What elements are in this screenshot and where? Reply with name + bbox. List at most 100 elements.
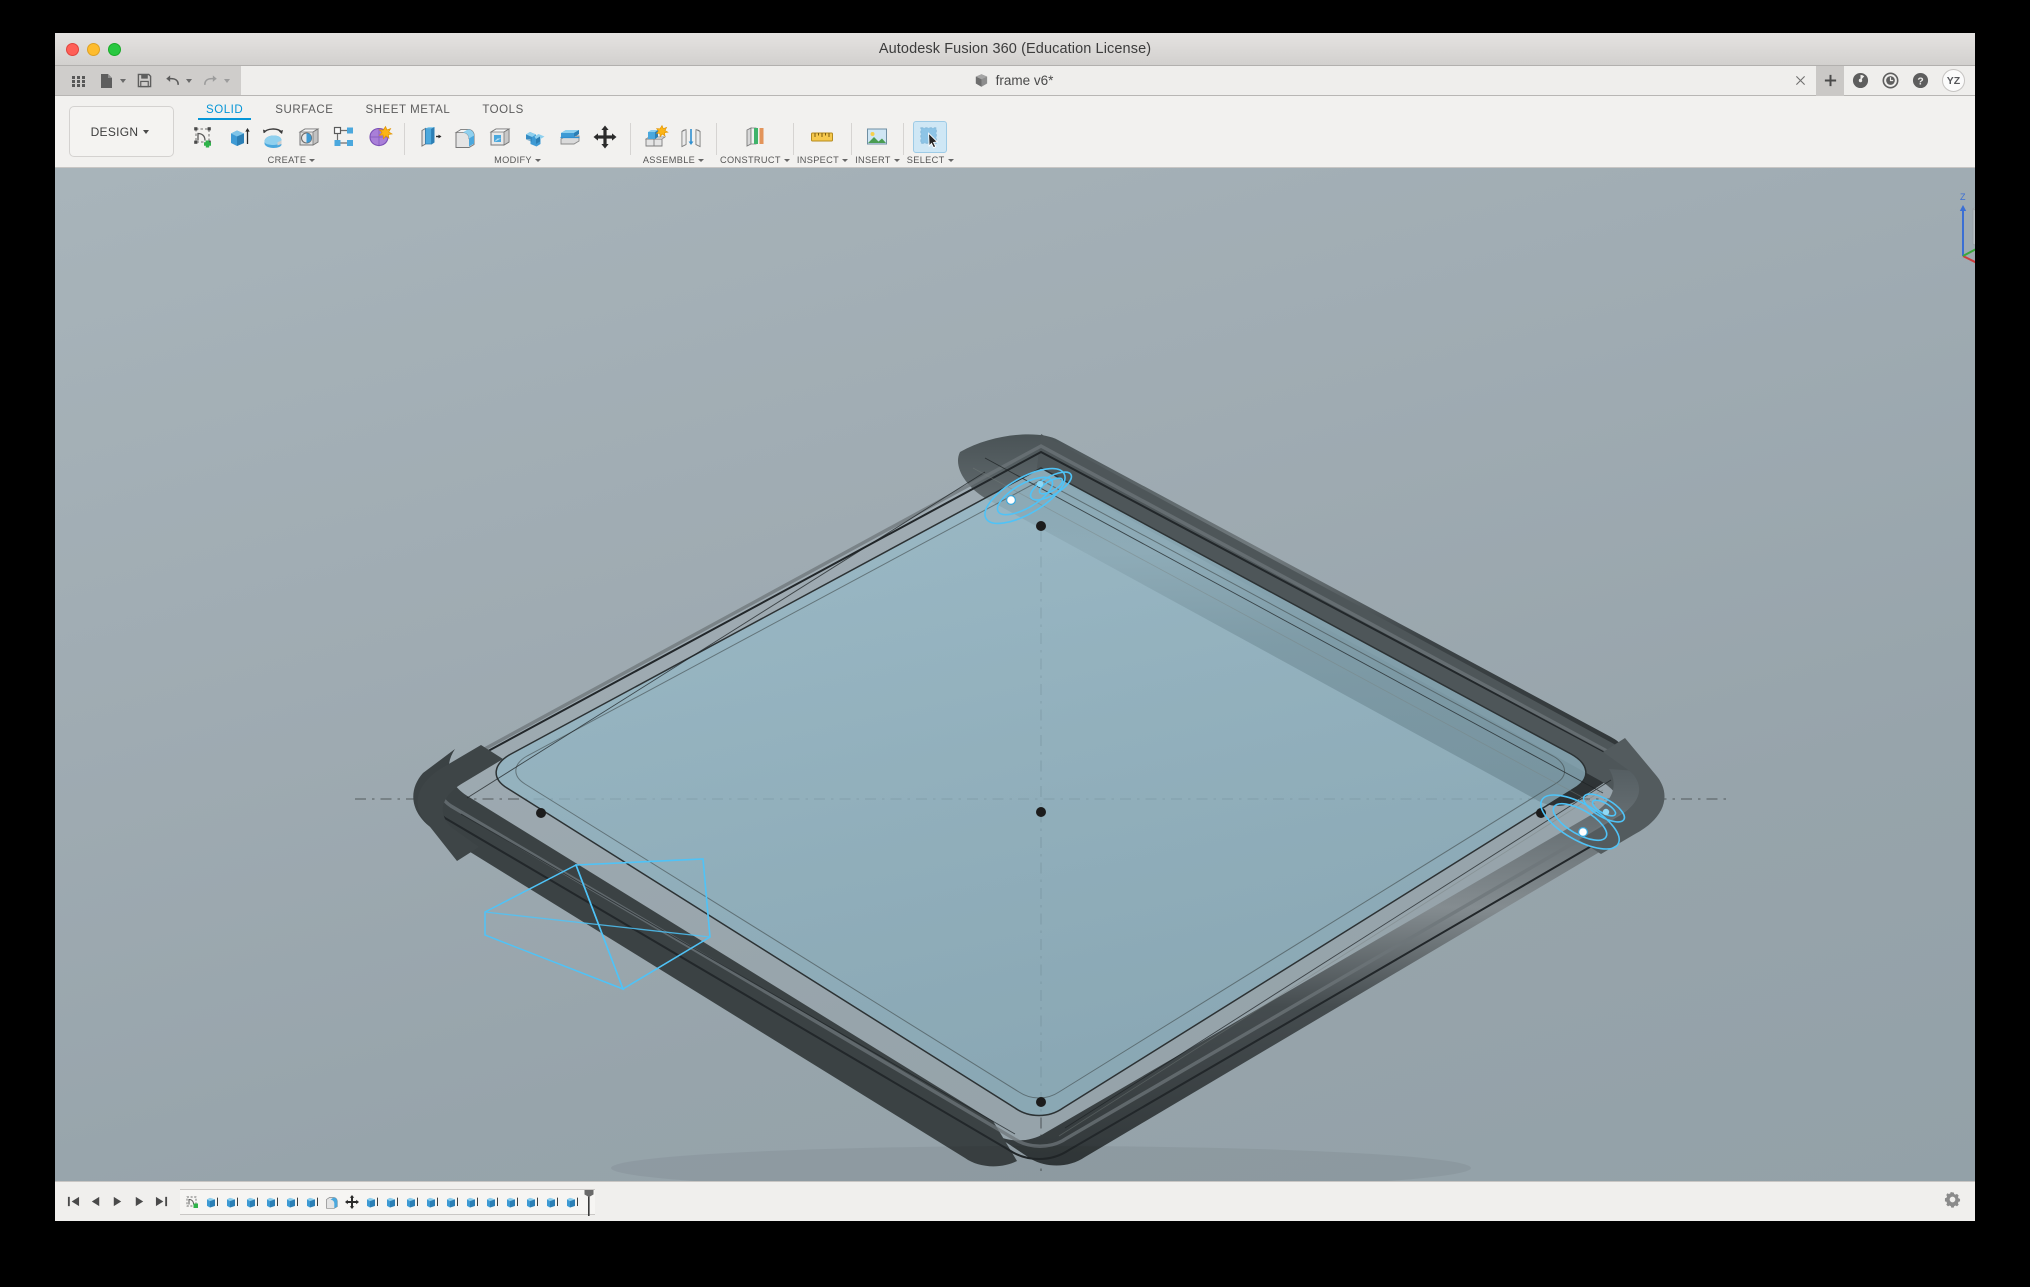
sketch-point-top[interactable] (1005, 495, 1016, 506)
undo-group[interactable] (159, 69, 195, 93)
modify-chevron-down-icon (534, 158, 541, 162)
extensions-button[interactable] (1876, 66, 1904, 96)
timeline-feature-fillet1[interactable] (322, 1192, 341, 1211)
help-icon: ? (1912, 72, 1928, 89)
offset-plane-button[interactable] (738, 121, 772, 153)
joint-button[interactable] (674, 121, 708, 153)
sketch-point-top-2[interactable] (1036, 480, 1044, 488)
workspace-selector[interactable]: DESIGN (69, 106, 174, 157)
sketch-point-right[interactable] (1577, 826, 1588, 837)
create-sketch-button[interactable] (187, 121, 221, 153)
revolve-icon (263, 128, 283, 148)
ribbon-group-insert-label[interactable]: INSERT (855, 155, 900, 165)
timeline-feature-extrude6[interactable] (302, 1192, 321, 1211)
timeline-feature-extrude8[interactable] (382, 1192, 401, 1211)
new-tab-button[interactable] (1816, 65, 1844, 96)
ribbon-tab-bar: SOLID SURFACE SHEET METAL TOOLS (174, 96, 1975, 120)
create-form-button[interactable] (362, 121, 396, 153)
timeline-feature-extrude4[interactable] (262, 1192, 281, 1211)
timeline-play-button[interactable] (109, 1192, 126, 1212)
timeline-feature-extrude11[interactable] (442, 1192, 461, 1211)
design-canvas[interactable]: Z X TOP FRONT RIGHT (55, 168, 1975, 1181)
timeline-feature-extrude3[interactable] (242, 1192, 261, 1211)
group-modify-text: MODIFY (494, 155, 532, 165)
view-cube-face-front[interactable] (1972, 208, 1975, 261)
tab-tools[interactable]: TOOLS (466, 104, 540, 120)
ribbon-group-create-label[interactable]: CREATE (268, 155, 316, 165)
timeline-feature-extrude7[interactable] (362, 1192, 381, 1211)
file-menu-group[interactable] (93, 69, 129, 93)
sketch-point-right-2[interactable] (1602, 808, 1610, 816)
ribbon-group-modify-label[interactable]: MODIFY (494, 155, 541, 165)
timeline-feature-extrude16[interactable] (542, 1192, 561, 1211)
tab-surface[interactable]: SURFACE (259, 104, 349, 120)
timeline-prev-button[interactable] (87, 1192, 104, 1212)
ribbon-group-assemble: ASSEMBLE (634, 120, 713, 165)
tab-sheet-metal[interactable]: SHEET METAL (349, 104, 466, 120)
minimize-window-button[interactable] (87, 42, 100, 56)
timeline-feature-extrude1[interactable] (202, 1192, 221, 1211)
file-icon[interactable] (93, 69, 119, 93)
timeline-feature-extrude10[interactable] (422, 1192, 441, 1211)
ribbon-group-construct-label[interactable]: CONSTRUCT (720, 155, 790, 165)
tab-solid[interactable]: SOLID (190, 104, 259, 120)
select-button[interactable] (913, 121, 948, 153)
timeline-feature-sketch[interactable] (182, 1192, 201, 1211)
save-icon[interactable] (131, 69, 157, 93)
timeline-first-button[interactable] (65, 1192, 82, 1212)
new-component-button[interactable] (639, 121, 673, 153)
timeline-settings-button[interactable] (1944, 1191, 1961, 1213)
undo-chevron-down-icon[interactable] (186, 78, 192, 83)
close-tab-button[interactable] (1786, 66, 1814, 96)
close-icon (1795, 75, 1805, 86)
timeline-feature-extrude13[interactable] (482, 1192, 501, 1211)
zoom-window-button[interactable] (108, 42, 121, 56)
rectangular-pattern-icon (333, 126, 353, 146)
timeline-next-button[interactable] (131, 1192, 148, 1212)
timeline-feature-extrude9[interactable] (402, 1192, 421, 1211)
file-menu-chevron-down-icon[interactable] (120, 78, 126, 83)
timeline-marker[interactable] (584, 1189, 594, 1216)
plus-icon (1824, 74, 1836, 87)
ribbon-group-select-label[interactable]: SELECT (907, 155, 954, 165)
hole-button[interactable] (292, 121, 326, 153)
ribbon-groups: CREATE MODIFY ASSEMBLE CONSTRUCT INSPECT… (174, 120, 1975, 168)
redo-icon[interactable] (197, 69, 223, 93)
timeline-feature-track[interactable] (180, 1188, 595, 1216)
timeline-feature-extrude12[interactable] (462, 1192, 481, 1211)
window-titlebar: Autodesk Fusion 360 (Education License) (55, 33, 1975, 66)
timeline-feature-extrude17[interactable] (562, 1192, 581, 1211)
rectangular-pattern-button[interactable] (327, 121, 361, 153)
fillet-button[interactable] (448, 121, 482, 153)
measure-button[interactable] (805, 121, 839, 153)
ribbon-group-select: SELECT (907, 120, 954, 165)
timeline-feature-extrude5[interactable] (282, 1192, 301, 1211)
press-pull-button[interactable] (413, 121, 447, 153)
ribbon-group-assemble-label[interactable]: ASSEMBLE (643, 155, 705, 165)
move-copy-button[interactable] (588, 121, 622, 153)
timeline-feature-extrude14[interactable] (502, 1192, 521, 1211)
offset-face-button[interactable] (553, 121, 587, 153)
undo-icon[interactable] (159, 69, 185, 93)
shell-button[interactable] (483, 121, 517, 153)
document-tab-frame[interactable]: frame v6* (958, 66, 1070, 95)
assemble-chevron-down-icon (698, 158, 705, 162)
ribbon-group-inspect-label[interactable]: INSPECT (797, 155, 849, 165)
joint-icon (681, 128, 701, 148)
combine-button[interactable] (518, 121, 552, 153)
timeline-feature-extrude15[interactable] (522, 1192, 541, 1211)
user-avatar[interactable]: YZ (1942, 69, 1965, 92)
fusion360-window: Autodesk Fusion 360 (Education License) (55, 33, 1975, 1221)
redo-group[interactable] (197, 69, 233, 93)
help-button[interactable]: ? (1906, 66, 1934, 96)
app-grid-icon[interactable] (65, 69, 91, 93)
timeline-feature-extrude2[interactable] (222, 1192, 241, 1211)
extrude-button[interactable] (222, 121, 256, 153)
timeline-last-button[interactable] (153, 1192, 170, 1212)
timeline-feature-move1[interactable] (342, 1192, 361, 1211)
job-status-button[interactable] (1846, 66, 1874, 96)
insert-canvas-button[interactable] (860, 121, 894, 153)
close-window-button[interactable] (66, 42, 79, 56)
redo-chevron-down-icon[interactable] (224, 78, 230, 83)
revolve-button[interactable] (257, 121, 291, 153)
